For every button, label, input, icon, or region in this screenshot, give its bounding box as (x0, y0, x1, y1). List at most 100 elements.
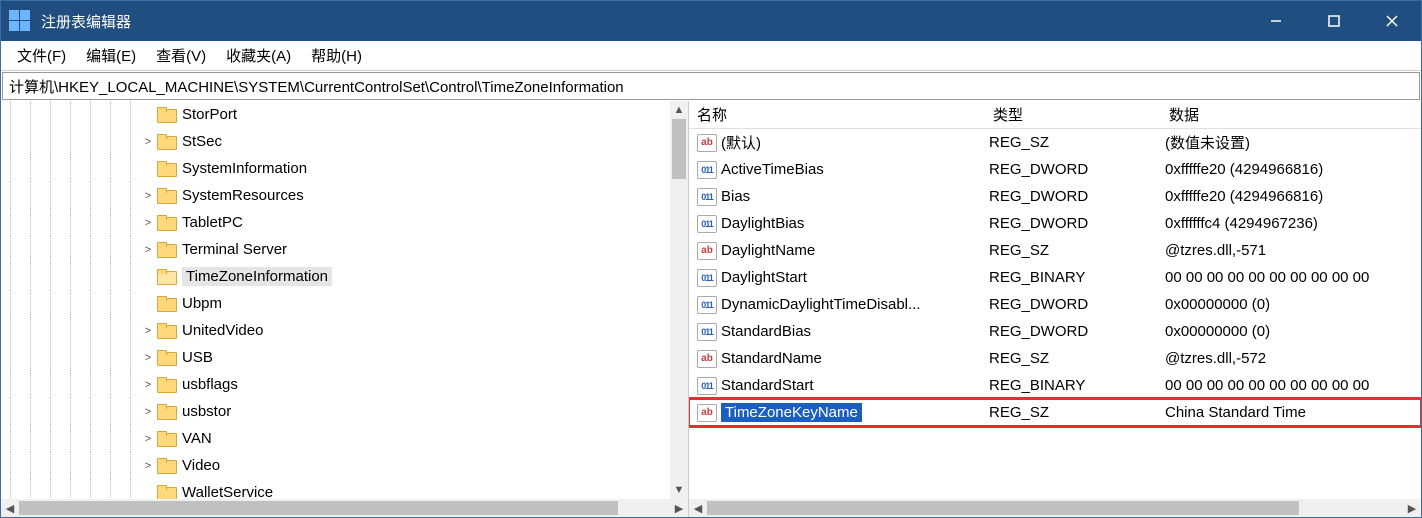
expander-icon[interactable] (141, 298, 155, 310)
expander-icon[interactable] (141, 487, 155, 499)
tree-node[interactable]: >TabletPC (1, 209, 688, 236)
expander-icon[interactable]: > (141, 352, 155, 364)
list-item[interactable]: TimeZoneKeyNameREG_SZChina Standard Time (689, 399, 1421, 426)
binary-value-icon (697, 188, 717, 206)
scroll-down-icon[interactable]: ▼ (670, 481, 688, 499)
folder-icon (157, 134, 177, 150)
column-data[interactable]: 数据 (1161, 104, 1421, 125)
value-name: (默认) (721, 132, 761, 153)
tree-node[interactable]: SystemInformation (1, 155, 688, 182)
string-value-icon (697, 242, 717, 260)
menu-view[interactable]: 查看(V) (146, 42, 216, 69)
tree-node-label: Video (182, 457, 220, 474)
maximize-button[interactable] (1305, 1, 1363, 41)
scroll-up-icon[interactable]: ▲ (670, 101, 688, 119)
scroll-right-icon[interactable]: ▶ (670, 499, 688, 517)
value-data: 0xfffffe20 (4294966816) (1161, 188, 1421, 205)
tree-node-label: Terminal Server (182, 241, 287, 258)
expander-icon[interactable]: > (141, 325, 155, 337)
tree-node[interactable]: WalletService (1, 479, 688, 499)
close-button[interactable] (1363, 1, 1421, 41)
titlebar[interactable]: 注册表编辑器 (1, 1, 1421, 41)
tree-node[interactable]: >usbflags (1, 371, 688, 398)
column-type[interactable]: 类型 (985, 104, 1161, 125)
value-type: REG_DWORD (985, 161, 1161, 178)
app-icon (9, 10, 31, 32)
expander-icon[interactable]: > (141, 190, 155, 202)
tree-node[interactable]: > SystemResources (1, 182, 688, 209)
tree-node[interactable]: TimeZoneInformation (1, 263, 688, 290)
expander-icon[interactable] (141, 109, 155, 121)
value-type: REG_SZ (985, 350, 1161, 367)
list-item[interactable]: (默认)REG_SZ(数值未设置) (689, 129, 1421, 156)
scroll-left-icon[interactable]: ◀ (1, 499, 19, 517)
expander-icon[interactable]: > (141, 217, 155, 229)
tree-node[interactable]: >StSec (1, 128, 688, 155)
value-type: REG_SZ (985, 242, 1161, 259)
list-item[interactable]: DynamicDaylightTimeDisabl... REG_DWORD0x0… (689, 291, 1421, 318)
value-type: REG_BINARY (985, 377, 1161, 394)
expander-icon[interactable]: > (141, 406, 155, 418)
value-type: REG_SZ (985, 134, 1161, 151)
tree-node-label: SystemResources (182, 187, 304, 204)
folder-icon (157, 350, 177, 366)
folder-icon (157, 296, 177, 312)
binary-value-icon (697, 296, 717, 314)
expander-icon[interactable]: > (141, 433, 155, 445)
column-name[interactable]: 名称 (689, 104, 985, 125)
tree-node[interactable]: StorPort (1, 101, 688, 128)
expander-icon[interactable]: > (141, 379, 155, 391)
scroll-left-icon[interactable]: ◀ (689, 499, 707, 517)
list-item[interactable]: StandardBiasREG_DWORD0x00000000 (0) (689, 318, 1421, 345)
tree-node[interactable]: >usbstor (1, 398, 688, 425)
binary-value-icon (697, 377, 717, 395)
tree-node-label: Ubpm (182, 295, 222, 312)
expander-icon[interactable]: > (141, 460, 155, 472)
scroll-right-icon[interactable]: ▶ (1403, 499, 1421, 517)
value-name: StandardStart (721, 377, 814, 394)
value-type: REG_SZ (985, 404, 1161, 421)
minimize-button[interactable] (1247, 1, 1305, 41)
expander-icon[interactable] (141, 163, 155, 175)
tree-view[interactable]: ▲ ▼ StorPort>StSec SystemInformation > Sys… (1, 101, 688, 499)
binary-value-icon (697, 323, 717, 341)
tree-node[interactable]: >VAN (1, 425, 688, 452)
list-item[interactable]: StandardNameREG_SZ@tzres.dll,-572 (689, 345, 1421, 372)
list-item[interactable]: DaylightBiasREG_DWORD0xffffffc4 (4294967… (689, 210, 1421, 237)
expander-icon[interactable] (141, 271, 155, 283)
value-name: DynamicDaylightTimeDisabl... (721, 296, 921, 313)
list-item[interactable]: DaylightNameREG_SZ@tzres.dll,-571 (689, 237, 1421, 264)
value-name: StandardBias (721, 323, 811, 340)
value-data: 0x00000000 (0) (1161, 296, 1421, 313)
folder-icon (157, 242, 177, 258)
tree-hscrollbar[interactable]: ◀ ▶ (1, 499, 688, 517)
tree-node[interactable]: >USB (1, 344, 688, 371)
tree-node[interactable]: Ubpm (1, 290, 688, 317)
menu-favorites[interactable]: 收藏夹(A) (216, 42, 301, 69)
list-header: 名称 类型 数据 (689, 101, 1421, 129)
tree-node[interactable]: >UnitedVideo (1, 317, 688, 344)
string-value-icon (697, 350, 717, 368)
value-type: REG_DWORD (985, 323, 1161, 340)
value-type: REG_DWORD (985, 296, 1161, 313)
expander-icon[interactable]: > (141, 244, 155, 256)
tree-scrollbar[interactable]: ▲ ▼ (670, 101, 688, 499)
scroll-thumb[interactable] (672, 119, 686, 179)
menu-help[interactable]: 帮助(H) (301, 42, 372, 69)
list-item[interactable]: BiasREG_DWORD0xfffffe20 (4294966816) (689, 183, 1421, 210)
expander-icon[interactable]: > (141, 136, 155, 148)
list-item[interactable]: StandardStartREG_BINARY00 00 00 00 00 00… (689, 372, 1421, 399)
menu-edit[interactable]: 编辑(E) (76, 42, 146, 69)
list-hscrollbar[interactable]: ◀ ▶ (689, 499, 1421, 517)
list-view[interactable]: (默认)REG_SZ(数值未设置)ActiveTimeBiasREG_DWORD… (689, 129, 1421, 499)
folder-icon (157, 485, 177, 500)
tree-node-label: TimeZoneInformation (182, 267, 332, 286)
menu-file[interactable]: 文件(F) (7, 42, 76, 69)
list-item[interactable]: DaylightStartREG_BINARY00 00 00 00 00 00… (689, 264, 1421, 291)
tree-node[interactable]: > Terminal Server (1, 236, 688, 263)
tree-node[interactable]: > Video (1, 452, 688, 479)
list-item[interactable]: ActiveTimeBiasREG_DWORD0xfffffe20 (42949… (689, 156, 1421, 183)
address-bar[interactable]: 计算机\HKEY_LOCAL_MACHINE\SYSTEM\CurrentCon… (2, 72, 1420, 100)
window-title: 注册表编辑器 (41, 11, 1247, 32)
value-name: DaylightName (721, 242, 815, 259)
